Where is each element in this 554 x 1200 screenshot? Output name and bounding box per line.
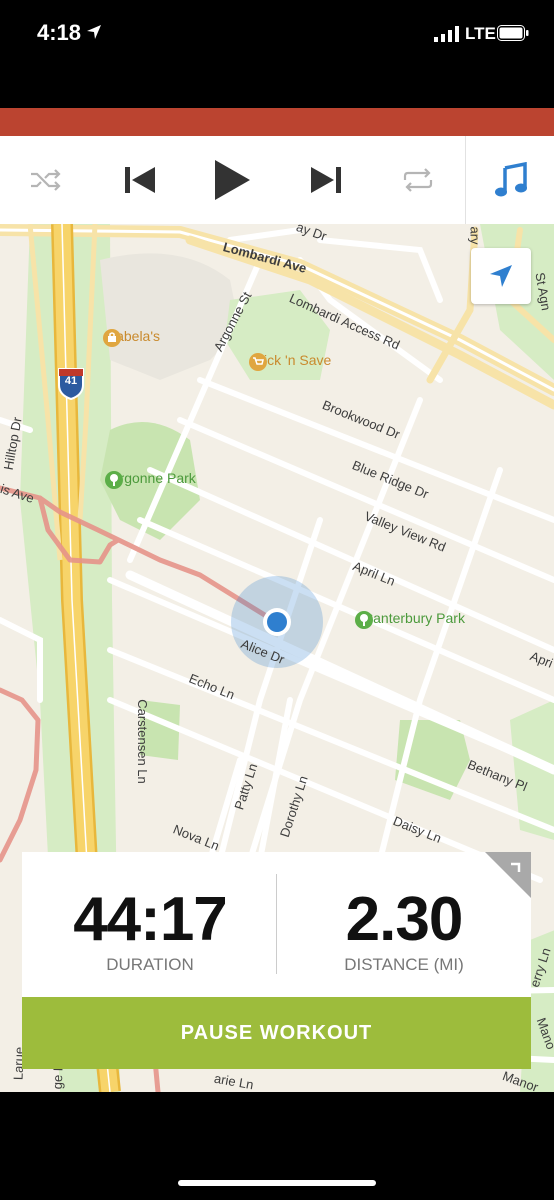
play-icon (215, 160, 250, 200)
pause-workout-button[interactable]: PAUSE WORKOUT (22, 997, 531, 1069)
status-bar: 4:18 LTE (0, 0, 554, 108)
network-type: LTE (465, 24, 496, 43)
music-note-icon (494, 162, 527, 197)
expand-corner-icon[interactable] (485, 852, 531, 898)
home-indicator[interactable] (178, 1180, 376, 1186)
stats-divider (276, 874, 277, 974)
navigation-arrow-icon (490, 265, 512, 287)
street-label: ary (467, 226, 483, 245)
next-track-icon (311, 167, 341, 193)
recenter-location-button[interactable] (471, 248, 531, 304)
next-track-button[interactable] (298, 136, 354, 224)
workout-stats-card: 44:17 DURATION 2.30 DISTANCE (MI) (22, 852, 531, 997)
repeat-icon (403, 168, 433, 192)
music-button[interactable] (465, 136, 554, 224)
battery-icon (497, 25, 529, 41)
shopping-cart-icon (249, 353, 267, 371)
shopping-bag-icon (103, 329, 121, 347)
highway-shield-label: 41 (64, 375, 78, 387)
play-button[interactable] (200, 136, 264, 224)
previous-track-icon (125, 167, 155, 193)
repeat-button[interactable] (392, 136, 444, 224)
poi-argonne-park[interactable]: Argonne Park (104, 470, 202, 489)
status-time: 4:18 (37, 20, 82, 45)
duration-value: 44:17 (73, 885, 228, 954)
media-controls-bar (0, 136, 554, 225)
previous-track-button[interactable] (112, 136, 168, 224)
tree-icon (105, 471, 123, 489)
duration-label: DURATION (106, 955, 194, 974)
street-label: Carstensen Ln (134, 699, 150, 784)
poi-canterbury-park[interactable]: Canterbury Park (354, 610, 474, 629)
cellular-signal-icon (434, 26, 459, 42)
location-arrow-icon (87, 25, 101, 39)
app-header-band (0, 108, 554, 136)
tree-icon (355, 611, 373, 629)
shuffle-button[interactable] (20, 136, 72, 224)
poi-pick-n-save[interactable]: Pick 'n Save (248, 352, 338, 371)
distance-label: DISTANCE (MI) (344, 955, 464, 974)
poi-cabelas[interactable]: Cabela's (102, 328, 164, 347)
shuffle-icon (31, 169, 61, 191)
